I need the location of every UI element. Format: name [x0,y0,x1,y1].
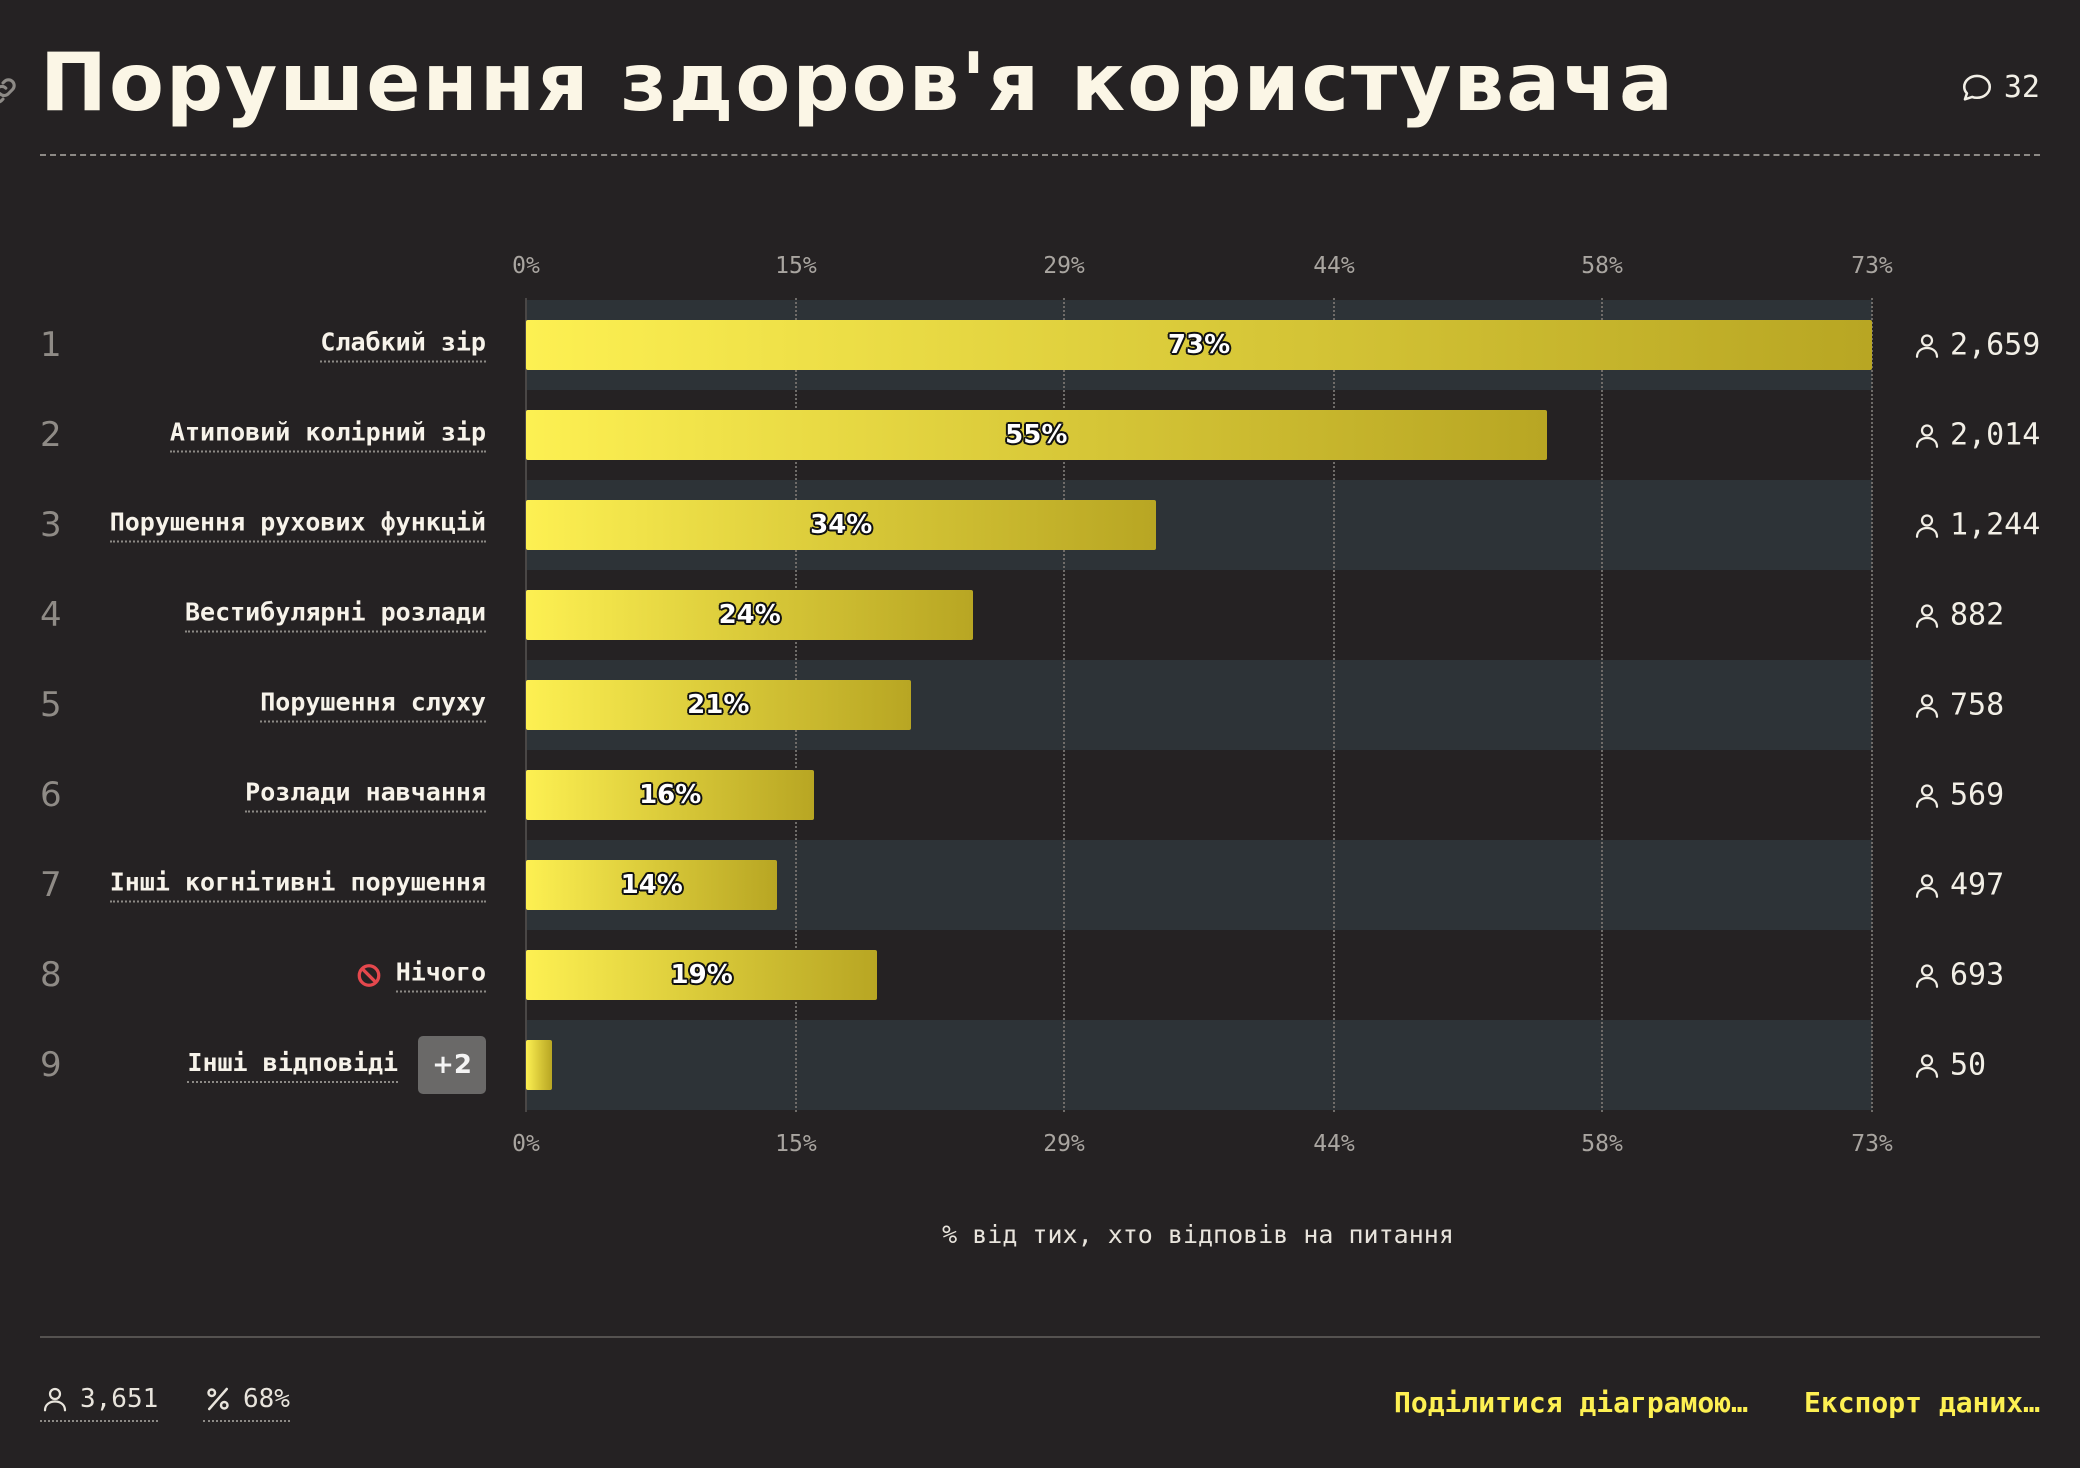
x-tick-label-bottom: 29% [1043,1131,1085,1157]
category-text: Атиповий колірний зір [169,418,486,453]
person-icon [1915,603,1939,628]
category-text: Інші відповіді [187,1048,399,1083]
bar[interactable] [526,1040,552,1090]
prohibited-icon [357,963,381,987]
x-tick-label-bottom: 44% [1313,1131,1355,1157]
page-title: Порушення здоров'я користувача [40,36,1675,129]
more-answers-badge[interactable]: +2 [418,1036,486,1094]
category-label[interactable]: Розлади навчання [245,778,486,813]
row-band [526,1020,1872,1110]
gridline [1601,298,1604,1112]
bar-value-label: 21% [687,690,750,720]
person-icon [1915,423,1939,448]
x-tick-label-top: 15% [775,253,817,279]
link-icon[interactable] [0,74,20,108]
x-tick-label-top: 0% [512,253,540,279]
respondent-count: 882 [1912,598,2004,633]
bar-value-label: 73% [1167,330,1231,360]
respondent-count-value: 758 [1950,687,2005,723]
category-label[interactable]: Нічого [356,958,486,993]
x-tick-label-top: 58% [1581,253,1623,279]
category-text: Нічого [395,958,486,993]
comments-button[interactable]: 32 [1960,70,2040,105]
person-icon [1915,513,1939,538]
response-rate-stat[interactable]: 68% [203,1384,290,1422]
title-divider [40,154,2040,156]
x-tick-label-top: 44% [1313,253,1355,279]
respondent-count: 693 [1912,958,2004,993]
x-tick-label-bottom: 73% [1851,1131,1893,1157]
export-data-link[interactable]: Експорт даних… [1804,1386,2040,1419]
category-text: Слабкий зір [320,328,486,363]
respondent-count-value: 497 [1950,867,2005,903]
row-rank: 7 [40,865,62,905]
x-tick-label-top: 73% [1851,253,1893,279]
respondents-count: 3,651 [80,1384,159,1414]
bar-value-label: 16% [639,780,702,810]
bar-value-label: 24% [718,600,781,630]
category-text: Розлади навчання [245,778,486,813]
category-text: Порушення рухових функцій [109,508,486,543]
person-icon [1915,693,1939,718]
bar-value-label: 34% [810,510,873,540]
bar-value-label: 14% [620,870,683,900]
category-label[interactable]: Вестибулярні розлади [184,598,486,633]
respondent-count-value: 1,244 [1950,507,2041,543]
person-icon [1915,1053,1939,1078]
respondent-count: 50 [1912,1048,1986,1083]
footer-divider [40,1336,2040,1338]
gridline [1871,298,1873,1112]
category-text: Порушення слуху [260,688,486,723]
bar-value-label: 55% [1005,420,1068,450]
row-rank: 9 [40,1045,62,1085]
x-axis-label: % від тих, хто відповів на питання [942,1220,1454,1249]
x-tick-label-bottom: 0% [512,1131,540,1157]
respondent-count-value: 2,014 [1950,417,2041,453]
row-rank: 2 [40,415,62,455]
category-label[interactable]: Порушення рухових функцій [109,508,486,543]
respondent-count: 1,244 [1912,508,2040,543]
person-icon [1915,873,1939,898]
category-label[interactable]: Інші когнітивні порушення [109,868,486,903]
category-label[interactable]: Слабкий зір [320,328,486,363]
respondent-count: 758 [1912,688,2004,723]
row-rank: 8 [40,955,62,995]
category-text: Вестибулярні розлади [184,598,486,633]
person-icon [43,1387,67,1412]
percent-icon [207,1387,229,1411]
respondent-count-value: 569 [1950,777,2005,813]
respondents-stat[interactable]: 3,651 [40,1384,159,1422]
category-text: Інші когнітивні порушення [109,868,486,903]
response-rate: 68% [243,1384,290,1414]
row-rank: 6 [40,775,62,815]
respondent-count: 2,659 [1912,328,2040,363]
category-label[interactable]: Інші відповіді +2 [187,1036,486,1094]
respondent-count: 2,014 [1912,418,2040,453]
respondent-count: 497 [1912,868,2004,903]
row-rank: 4 [40,595,62,635]
respondent-count-value: 882 [1950,597,2005,633]
bar-value-label: 19% [670,960,733,990]
category-label[interactable]: Атиповий колірний зір [169,418,486,453]
x-tick-label-top: 29% [1043,253,1085,279]
person-icon [1915,333,1939,358]
share-chart-link[interactable]: Поділитися діаграмою… [1394,1386,1748,1419]
row-rank: 5 [40,685,62,725]
person-icon [1915,783,1939,808]
respondent-count: 569 [1912,778,2004,813]
respondent-count-value: 50 [1950,1047,1987,1083]
category-label[interactable]: Порушення слуху [260,688,486,723]
respondent-count-value: 693 [1950,957,2005,993]
row-rank: 3 [40,505,62,545]
x-tick-label-bottom: 15% [775,1131,817,1157]
respondent-count-value: 2,659 [1950,327,2041,363]
comment-count: 32 [2003,70,2040,105]
row-rank: 1 [40,325,62,365]
x-tick-label-bottom: 58% [1581,1131,1623,1157]
speech-bubble-icon [1962,74,1991,101]
person-icon [1915,963,1939,988]
